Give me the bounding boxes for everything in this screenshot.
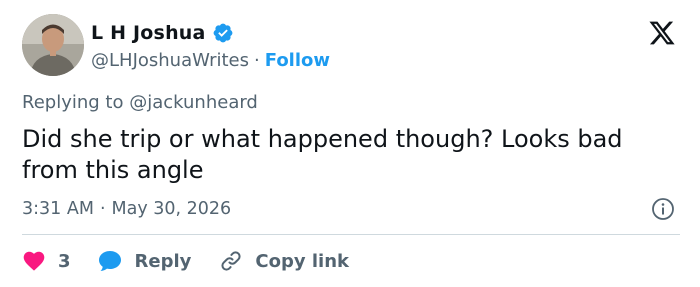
heart-icon: [23, 251, 45, 271]
like-count: 3: [58, 250, 71, 272]
info-icon[interactable]: [651, 197, 675, 221]
tweet-text: Did she trip or what happened though? Lo…: [22, 125, 623, 184]
replying-prefix: Replying to: [22, 92, 124, 113]
author-handle[interactable]: @LHJoshuaWrites: [91, 50, 249, 71]
author-name-row: L H Joshua: [91, 20, 234, 46]
tweet-date: May 30, 2026: [111, 199, 232, 219]
reply-label: Reply: [134, 250, 192, 272]
action-bar: 3 Reply Copy link: [22, 247, 349, 275]
reply-button[interactable]: Reply: [97, 249, 192, 273]
copy-link-button[interactable]: Copy link: [219, 249, 349, 273]
follow-button[interactable]: Follow: [265, 50, 330, 71]
like-button[interactable]: 3: [22, 249, 71, 273]
verified-badge-icon: [213, 23, 232, 43]
avatar[interactable]: [22, 14, 84, 76]
separator-dot: ·: [254, 49, 260, 71]
reply-bubble-icon: [98, 251, 121, 271]
tweet-timestamp[interactable]: 3:31 AM · May 30, 2026: [22, 198, 231, 220]
link-icon: [221, 251, 241, 271]
avatar-image: [22, 14, 84, 76]
tweet-time: 3:31 AM: [22, 199, 94, 219]
author-display-name[interactable]: L H Joshua: [91, 22, 206, 44]
reply-mention-link[interactable]: @jackunheard: [129, 92, 258, 113]
replying-to: Replying to @jackunheard: [22, 92, 258, 113]
x-logo-icon[interactable]: [647, 19, 677, 47]
copy-link-label: Copy link: [255, 250, 349, 272]
divider: [22, 234, 680, 235]
author-handle-row: @LHJoshuaWrites · Follow: [91, 47, 330, 73]
separator-dot: ·: [99, 199, 106, 219]
